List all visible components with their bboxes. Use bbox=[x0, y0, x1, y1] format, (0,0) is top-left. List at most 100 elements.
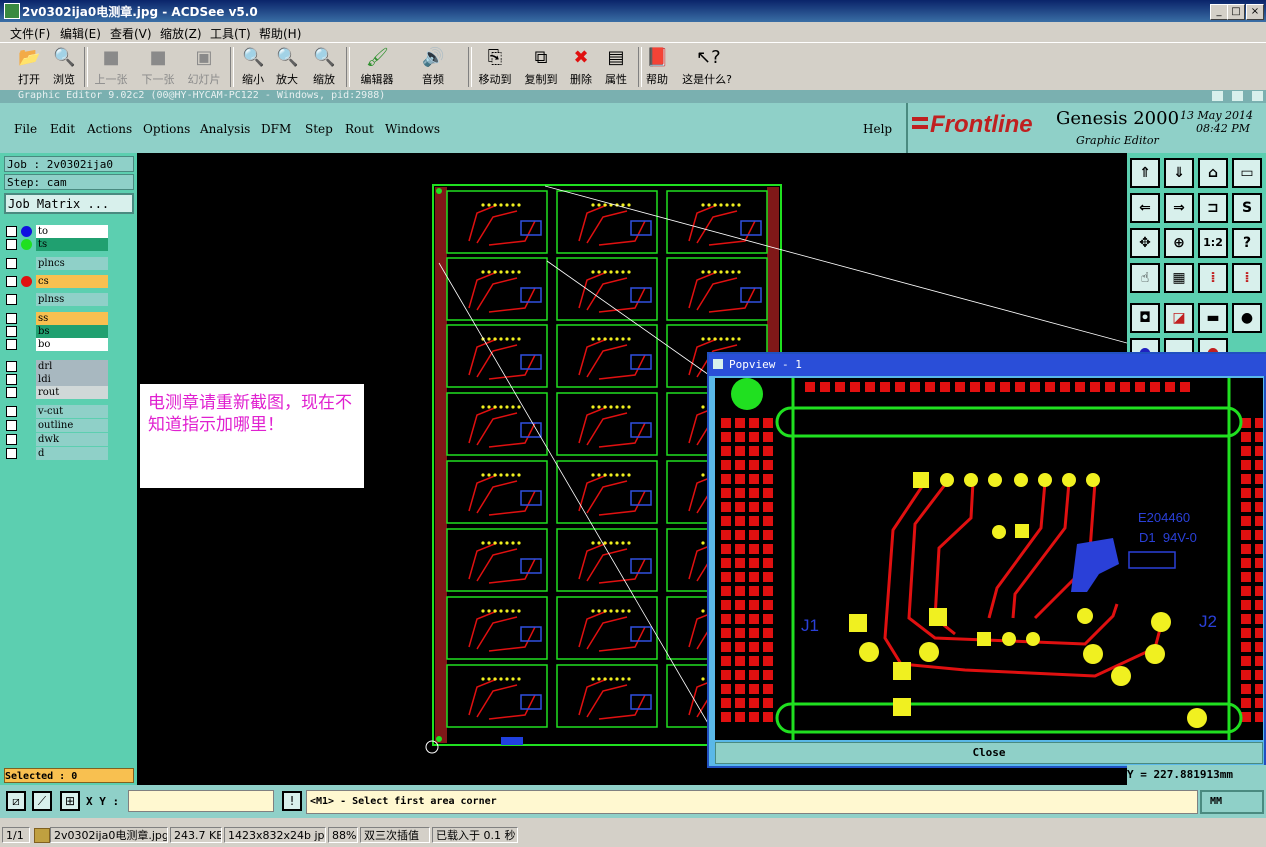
popview-menu-icon[interactable] bbox=[713, 359, 723, 369]
popview-canvas[interactable]: E204460 D1 94V-0 J1 J2 bbox=[715, 378, 1263, 740]
layers-compare-icon[interactable]: ⁞ bbox=[1198, 263, 1228, 293]
layer-checkbox[interactable] bbox=[6, 226, 17, 237]
menu-file[interactable]: 文件(F) bbox=[10, 25, 50, 42]
layer-checkbox[interactable] bbox=[6, 326, 17, 337]
genesis-maximize-button[interactable] bbox=[1232, 91, 1243, 101]
hand-icon[interactable]: ☝ bbox=[1130, 263, 1160, 293]
layer-row-rout[interactable]: rout bbox=[6, 386, 108, 399]
measure-icon[interactable]: ◪ bbox=[1164, 303, 1194, 333]
layer-checkbox[interactable] bbox=[6, 420, 17, 431]
zoom-button[interactable]: 🔍 缩放 bbox=[303, 45, 345, 89]
layer-row-plnss[interactable]: plnss bbox=[6, 293, 108, 306]
zoom-center-icon[interactable]: ⊕ bbox=[1164, 228, 1194, 258]
gmenu-file[interactable]: File bbox=[14, 122, 37, 136]
properties-button[interactable]: ▤ 属性 bbox=[595, 45, 637, 89]
gmenu-rout[interactable]: Rout bbox=[345, 122, 374, 136]
select-tool-icon[interactable]: ⧄ bbox=[6, 791, 26, 811]
layer-checkbox[interactable] bbox=[6, 294, 17, 305]
maximize-button[interactable]: □ bbox=[1227, 4, 1245, 20]
popview-close-button[interactable]: Close bbox=[715, 742, 1263, 764]
next-button[interactable]: ■ 下一张 bbox=[137, 45, 179, 89]
prev-button[interactable]: ■ 上一张 bbox=[90, 45, 132, 89]
slideshow-button[interactable]: ▣ 幻灯片 bbox=[183, 45, 225, 89]
genesis-minimize-button[interactable] bbox=[1212, 91, 1223, 101]
layer-checkbox[interactable] bbox=[6, 406, 17, 417]
snap-icon[interactable]: ◘ bbox=[1130, 303, 1160, 333]
scale-1-2-icon[interactable]: 1:2 bbox=[1198, 228, 1228, 258]
layer-checkbox[interactable] bbox=[6, 448, 17, 459]
layer-checkbox[interactable] bbox=[6, 313, 17, 324]
layer-row-ldi[interactable]: ldi bbox=[6, 373, 108, 386]
zoom-fit-icon[interactable]: ⊐ bbox=[1198, 193, 1228, 223]
move-to-button[interactable]: ⎘ 移动到 bbox=[474, 45, 516, 89]
grid-tool-icon[interactable]: ⊞ bbox=[60, 791, 80, 811]
genesis-close-button[interactable] bbox=[1252, 91, 1263, 101]
layer-checkbox[interactable] bbox=[6, 434, 17, 445]
edge-pad bbox=[1000, 382, 1010, 392]
move-up-icon[interactable]: ⇑ bbox=[1130, 158, 1160, 188]
layer-row-to[interactable]: to bbox=[6, 225, 108, 238]
menu-zoom[interactable]: 缩放(Z) bbox=[160, 25, 202, 42]
layer-row-bs[interactable]: bs bbox=[6, 325, 108, 338]
layer-checkbox[interactable] bbox=[6, 258, 17, 269]
copy-to-button[interactable]: ⧉ 复制到 bbox=[520, 45, 562, 89]
xy-input[interactable] bbox=[128, 790, 274, 812]
layer-row-bo[interactable]: bo bbox=[6, 338, 108, 351]
grid-icon[interactable]: ▦ bbox=[1164, 263, 1194, 293]
move-right-icon[interactable]: ⇒ bbox=[1164, 193, 1194, 223]
unit-pad bbox=[499, 609, 503, 613]
move-down-icon[interactable]: ⇓ bbox=[1164, 158, 1194, 188]
gmenu-analysis[interactable]: Analysis bbox=[200, 122, 250, 136]
menu-tools[interactable]: 工具(T) bbox=[210, 25, 251, 42]
editor-button[interactable]: 🖌 编辑器 bbox=[356, 45, 398, 89]
layer-row-plncs[interactable]: plncs bbox=[6, 257, 108, 270]
layer-checkbox[interactable] bbox=[6, 387, 17, 398]
ruler-icon[interactable]: ▬ bbox=[1198, 303, 1228, 333]
unit-pad bbox=[511, 609, 515, 613]
pad-icon[interactable]: ● bbox=[1232, 303, 1262, 333]
layer-row-cs[interactable]: cs bbox=[6, 275, 108, 288]
layers-split-icon[interactable]: ⁞ bbox=[1232, 263, 1262, 293]
menu-view[interactable]: 查看(V) bbox=[110, 25, 152, 42]
layer-checkbox[interactable] bbox=[6, 361, 17, 372]
audio-button[interactable]: 🔊 音频 bbox=[412, 45, 454, 89]
zoom-in-button[interactable]: 🔍 放大 bbox=[266, 45, 308, 89]
units-select[interactable]: MM bbox=[1200, 790, 1264, 814]
gmenu-windows[interactable]: Windows bbox=[385, 122, 440, 136]
gmenu-options[interactable]: Options bbox=[143, 122, 190, 136]
layer-row-v-cut[interactable]: v-cut bbox=[6, 405, 108, 418]
browse-button[interactable]: 🔍 浏览 bbox=[43, 45, 85, 89]
gmenu-edit[interactable]: Edit bbox=[50, 122, 75, 136]
smd-pad bbox=[1062, 473, 1076, 487]
close-button[interactable]: × bbox=[1246, 4, 1264, 20]
layer-checkbox[interactable] bbox=[6, 374, 17, 385]
move-left-icon[interactable]: ⇐ bbox=[1130, 193, 1160, 223]
minimize-button[interactable]: _ bbox=[1210, 4, 1228, 20]
layer-scrollbar[interactable] bbox=[112, 217, 134, 765]
gmenu-actions[interactable]: Actions bbox=[87, 122, 132, 136]
gmenu-dfm[interactable]: DFM bbox=[261, 122, 291, 136]
gmenu-step[interactable]: Step bbox=[305, 122, 333, 136]
layer-row-outline[interactable]: outline bbox=[6, 419, 108, 432]
layer-row-ts[interactable]: ts bbox=[6, 238, 108, 251]
question-icon[interactable]: ? bbox=[1232, 228, 1262, 258]
line-tool-icon[interactable]: ⟋ bbox=[32, 791, 52, 811]
layer-checkbox[interactable] bbox=[6, 239, 17, 250]
window-icon[interactable]: ▭ bbox=[1232, 158, 1262, 188]
layer-row-d[interactable]: d bbox=[6, 447, 108, 460]
layer-checkbox[interactable] bbox=[6, 276, 17, 287]
redraw-icon[interactable]: S bbox=[1232, 193, 1262, 223]
info-icon[interactable]: ! bbox=[282, 791, 302, 811]
zoom-extent-icon[interactable]: ✥ bbox=[1130, 228, 1160, 258]
layer-row-ss[interactable]: ss bbox=[6, 312, 108, 325]
whats-this-button[interactable]: ↖? 这是什么? bbox=[680, 45, 734, 89]
layer-row-dwk[interactable]: dwk bbox=[6, 433, 108, 446]
job-matrix-button[interactable]: Job Matrix ... bbox=[4, 193, 134, 214]
layer-row-drl[interactable]: drl bbox=[6, 360, 108, 373]
home-icon[interactable]: ⌂ bbox=[1198, 158, 1228, 188]
menu-edit[interactable]: 编辑(E) bbox=[60, 25, 101, 42]
help-button[interactable]: 📕 帮助 bbox=[636, 45, 678, 89]
menu-help[interactable]: 帮助(H) bbox=[259, 25, 301, 42]
layer-checkbox[interactable] bbox=[6, 339, 17, 350]
gmenu-help[interactable]: Help bbox=[863, 122, 892, 136]
